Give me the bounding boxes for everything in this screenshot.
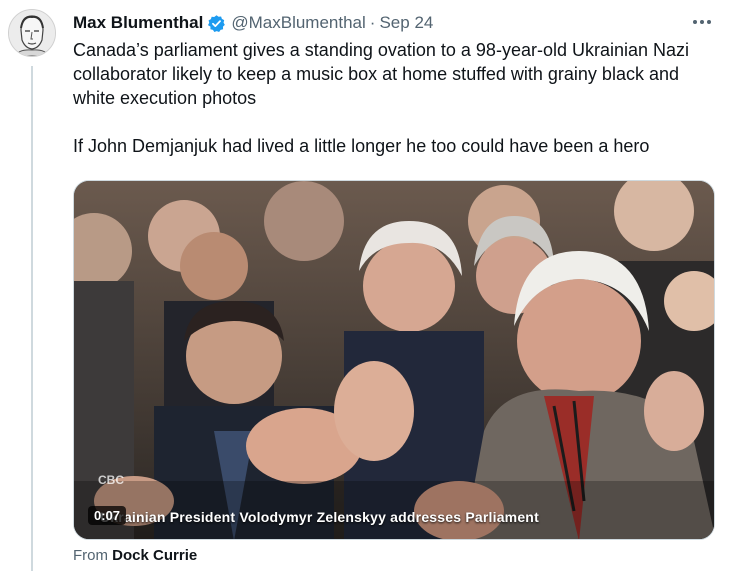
more-options-icon[interactable] <box>688 10 716 34</box>
avatar-sketch-icon <box>9 10 55 56</box>
video-caption: Ukrainian President Volodymyr Zelenskyy … <box>100 509 539 525</box>
header-separator: · <box>369 13 376 32</box>
tweet-header: Max Blumenthal @MaxBlumenthal · Sep 24 <box>73 12 716 34</box>
media-source: From Dock Currie <box>73 547 197 564</box>
author-name[interactable]: Max Blumenthal <box>73 13 203 33</box>
source-prefix: From <box>73 547 108 564</box>
avatar[interactable] <box>8 9 56 57</box>
video-timestamp: 0:07 <box>88 506 127 525</box>
source-name[interactable]: Dock Currie <box>112 547 197 564</box>
tweet-paragraph: If John Demjanjuk had lived a little lon… <box>73 136 650 156</box>
cbc-watermark: CBC <box>98 473 124 487</box>
video-frame <box>74 181 714 539</box>
thread-line <box>31 66 33 571</box>
video-player[interactable]: CBC Ukrainian President Volodymyr Zelens… <box>73 180 715 540</box>
tweet-text: Canada’s parliament gives a standing ova… <box>73 38 713 158</box>
verified-badge-icon <box>207 14 226 33</box>
author-handle[interactable]: @MaxBlumenthal <box>231 13 365 33</box>
tweet-date[interactable]: Sep 24 <box>379 13 433 33</box>
tweet-paragraph: Canada’s parliament gives a standing ova… <box>73 40 690 108</box>
